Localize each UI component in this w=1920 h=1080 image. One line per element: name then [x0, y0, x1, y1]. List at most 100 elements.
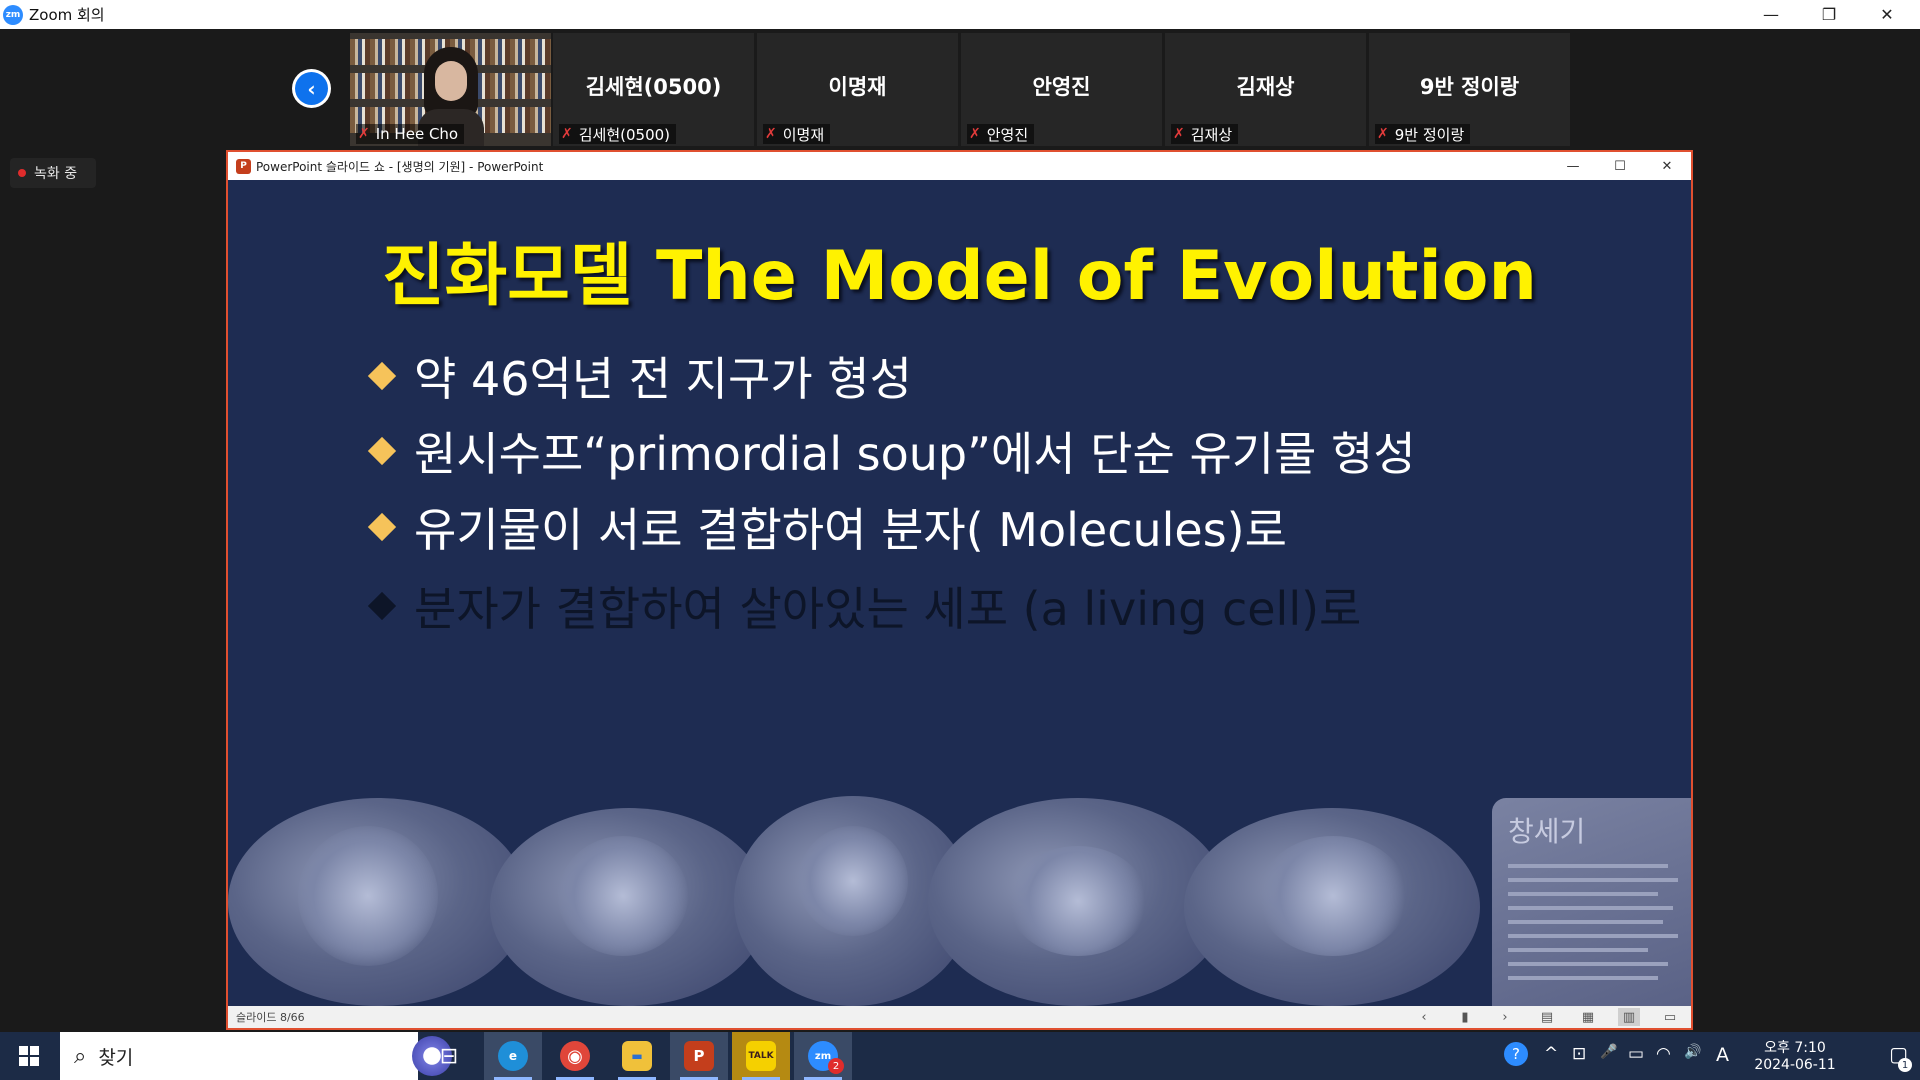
participant-display-name: 안영진 — [1032, 75, 1091, 99]
mic-muted-icon: ✗ — [765, 126, 777, 142]
zoom-window-title: Zoom 회의 — [29, 6, 105, 24]
participant-name: 안영진 — [986, 125, 1029, 144]
taskbar-app-powerpoint[interactable]: P — [670, 1032, 728, 1080]
slide-bullet: 유기물이 서로 결합하여 분자( Molecules)로 — [367, 494, 1287, 560]
flower-bloom — [1258, 836, 1408, 956]
ppt-maximize-button[interactable]: ☐ — [1597, 152, 1643, 180]
participant-tile[interactable]: 안영진 ✗ 안영진 — [961, 33, 1162, 146]
slide-bullet-dimmed: 분자가 결합하여 살아있는 세포 (a living cell)로 — [367, 573, 1362, 639]
slide-bullet: 원시수프“primordial soup”에서 단순 유기물 형성 — [367, 418, 1416, 484]
participant-tile[interactable]: 이명재 ✗ 이명재 — [757, 33, 958, 146]
system-tray: ? ^ ⊡ 🎤 ▭ ◠ 🔊 A 오후 7:10 2024-06-11 ▢ 1 — [1500, 1032, 1920, 1080]
microphone-icon[interactable]: 🎤 — [1600, 1044, 1617, 1060]
chevron-up-icon[interactable]: ^ — [1544, 1044, 1558, 1064]
ppt-close-button[interactable]: ✕ — [1644, 152, 1690, 180]
recording-indicator[interactable]: 녹화 중 — [10, 158, 96, 188]
participant-name-label: ✗ 이명재 — [763, 124, 831, 144]
powerpoint-titlebar: P PowerPoint 슬라이드 쇼 - [생명의 기원] - PowerPo… — [228, 152, 1691, 180]
chevron-left-icon: ‹ — [295, 72, 328, 105]
mic-muted-icon: ✗ — [1173, 126, 1185, 142]
slide-bullet-text: 유기물이 서로 결합하여 분자( Molecules)로 — [414, 503, 1287, 557]
participant-name: 9반 정이랑 — [1394, 125, 1465, 144]
folder-icon: ▬ — [622, 1041, 652, 1071]
mic-muted-icon: ✗ — [358, 126, 370, 142]
slide-canvas[interactable]: 진화모델 The Model of Evolution 약 46억년 전 지구가… — [228, 180, 1691, 1006]
slide-menu-button[interactable]: ▮ — [1454, 1008, 1476, 1026]
meet-now-icon[interactable]: ⊡ — [1572, 1044, 1586, 1064]
participant-tile[interactable]: 김세현(0500) ✗ 김세현(0500) — [553, 33, 754, 146]
participant-tile[interactable]: 9반 정이랑 ✗ 9반 정이랑 — [1369, 33, 1570, 146]
slide-bullet-text: 약 46억년 전 지구가 형성 — [414, 352, 912, 406]
zoom-badge: 2 — [828, 1058, 844, 1074]
zoom-minimize-button[interactable]: — — [1742, 0, 1800, 29]
flower-bloom — [298, 826, 438, 966]
chrome-icon: ◉ — [560, 1041, 590, 1071]
participant-strip: ‹ ✗ In Hee Cho 김세현(0500) ✗ 김세현(0500) 이명재… — [0, 29, 1920, 147]
battery-icon[interactable]: ▭ — [1628, 1044, 1644, 1064]
participant-display-name: 김세현(0500) — [585, 75, 722, 99]
slide-bullet-text: 분자가 결합하여 살아있는 세포 (a living cell)로 — [414, 582, 1362, 636]
next-slide-button[interactable]: › — [1494, 1008, 1516, 1026]
participant-name: In Hee Cho — [375, 125, 459, 143]
diamond-bullet-icon — [367, 512, 397, 542]
windows-logo-icon — [19, 1046, 39, 1066]
recording-label: 녹화 중 — [34, 166, 78, 182]
mic-muted-icon: ✗ — [969, 126, 981, 142]
participant-name: 이명재 — [782, 125, 825, 144]
slide-bullet: 약 46억년 전 지구가 형성 — [367, 343, 912, 409]
slide-bullet-text: 원시수프“primordial soup”에서 단순 유기물 형성 — [414, 427, 1416, 481]
participant-name-label: ✗ In Hee Cho — [356, 124, 465, 144]
powerpoint-window-title: PowerPoint 슬라이드 쇼 - [생명의 기원] - PowerPoin… — [256, 159, 544, 174]
powerpoint-statusbar: 슬라이드 8/66 ‹ ▮ › ▤ ▦ ▥ ▭ — [228, 1006, 1691, 1028]
diamond-bullet-icon — [367, 591, 397, 621]
participant-tile[interactable]: 김재상 ✗ 김재상 — [1165, 33, 1366, 146]
search-icon: ⌕ — [74, 1043, 87, 1069]
participant-display-name: 이명재 — [828, 75, 887, 99]
edge-icon: e — [498, 1041, 528, 1071]
taskbar-search[interactable]: ⌕ 찾기 — [60, 1032, 452, 1080]
taskbar-app-chrome[interactable]: ◉ — [546, 1032, 604, 1080]
taskbar-app-file-explorer[interactable]: ▬ — [608, 1032, 666, 1080]
mic-muted-icon: ✗ — [1377, 126, 1389, 142]
genesis-book-image: 창세기 — [1492, 798, 1691, 1006]
taskbar-clock-time[interactable]: 오후 7:10 — [1750, 1037, 1840, 1057]
taskbar-app-zoom[interactable]: zm 2 — [794, 1032, 852, 1080]
ime-indicator[interactable]: A — [1716, 1044, 1729, 1066]
ppt-minimize-button[interactable]: — — [1550, 152, 1596, 180]
start-button[interactable] — [0, 1032, 58, 1080]
task-view-icon: ⊟ — [439, 1043, 459, 1069]
participant-name: 김재상 — [1190, 125, 1233, 144]
zoom-logo-icon: zm — [3, 4, 23, 25]
kakaotalk-icon: TALK — [746, 1041, 776, 1071]
normal-view-button[interactable]: ▤ — [1536, 1008, 1558, 1026]
slide-sorter-button[interactable]: ▦ — [1577, 1008, 1599, 1026]
participants-back-button[interactable]: ‹ — [292, 69, 331, 108]
flower-bloom — [1008, 846, 1148, 956]
diamond-bullet-icon — [367, 361, 397, 391]
flower-bloom — [798, 826, 908, 936]
diamond-bullet-icon — [367, 436, 397, 466]
previous-slide-button[interactable]: ‹ — [1413, 1008, 1435, 1026]
participant-name-label: ✗ 안영진 — [967, 124, 1035, 144]
taskbar-app-edge[interactable]: e — [484, 1032, 542, 1080]
windows-taskbar: ⌕ 찾기 ⊟ e ◉ ▬ P TALK zm 2 ? ^ ⊡ 🎤 ▭ ◠ 🔊 A… — [0, 1032, 1920, 1080]
reading-view-button[interactable]: ▥ — [1618, 1008, 1640, 1026]
recording-dot-icon — [18, 169, 26, 177]
taskbar-app-kakaotalk[interactable]: TALK — [732, 1032, 790, 1080]
zoom-restore-button[interactable]: ❐ — [1800, 0, 1858, 29]
wifi-icon[interactable]: ◠ — [1656, 1044, 1671, 1064]
flower-image-strip: 창세기 — [228, 786, 1691, 1006]
taskbar-clock-date[interactable]: 2024-06-11 — [1750, 1057, 1840, 1073]
genesis-book-title: 창세기 — [1508, 815, 1586, 848]
slideshow-view-button[interactable]: ▭ — [1659, 1008, 1681, 1026]
participant-name-label: ✗ 9반 정이랑 — [1375, 124, 1471, 144]
volume-icon[interactable]: 🔊 — [1684, 1044, 1701, 1060]
powerpoint-icon: P — [236, 158, 251, 174]
participant-name-label: ✗ 김재상 — [1171, 124, 1239, 144]
slide-title: 진화모델 The Model of Evolution — [382, 237, 1537, 316]
task-view-button[interactable]: ⊟ — [420, 1032, 478, 1080]
search-input[interactable]: 찾기 — [98, 1043, 133, 1070]
participant-tile-video[interactable]: ✗ In Hee Cho — [350, 33, 551, 146]
zoom-close-button[interactable]: ✕ — [1858, 0, 1916, 29]
help-icon[interactable]: ? — [1504, 1042, 1528, 1066]
